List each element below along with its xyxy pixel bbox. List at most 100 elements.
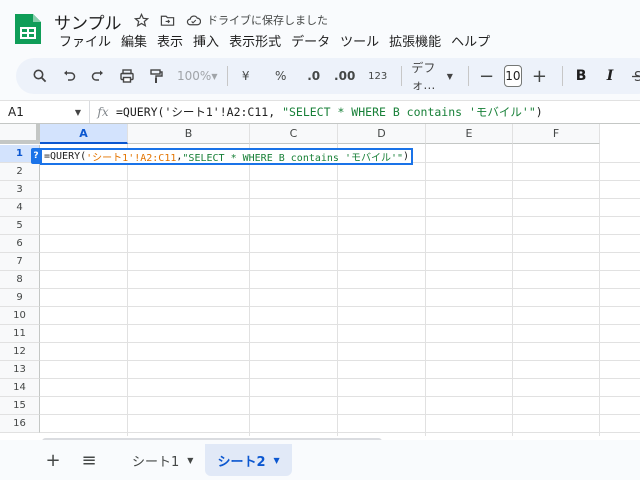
active-cell-editor[interactable]: =QUERY('シート1'!A2:C11, "SELECT * WHERE B … xyxy=(40,148,414,165)
save-status: ドライブに保存しました xyxy=(207,14,328,27)
zoom-value: 100% xyxy=(177,69,212,83)
formula-input[interactable]: =QUERY('シート1'!A2:C11, "SELECT * WHERE B … xyxy=(116,104,543,120)
currency-format-button[interactable]: ¥ xyxy=(234,62,258,90)
move-folder-icon[interactable] xyxy=(159,12,175,28)
formula-prefix: =QUERY('シート1'!A2:C11, xyxy=(116,105,283,119)
spreadsheet-app: サンプル ドライブに保存しました ファイル 編集 表示 挿入 表示形式 データ … xyxy=(0,0,640,480)
chevron-down-icon: ▼ xyxy=(74,107,81,117)
row-header-2[interactable]: 2 xyxy=(0,163,40,181)
cell-reference: A1 xyxy=(8,105,24,119)
font-value: デフォ… xyxy=(411,61,436,92)
chevron-down-icon[interactable]: ▼ xyxy=(187,456,193,465)
document-title[interactable]: サンプル xyxy=(54,9,122,34)
chevron-down-icon[interactable]: ▼ xyxy=(273,456,279,465)
row-header-13[interactable]: 13 xyxy=(0,361,40,379)
increase-decimal-button[interactable]: .00 xyxy=(333,62,357,90)
font-select[interactable]: デフォ… ▼ xyxy=(407,61,457,92)
row-header-6[interactable]: 6 xyxy=(0,235,40,253)
name-box[interactable]: A1 ▼ xyxy=(0,101,90,123)
formula-bar: A1 ▼ fx =QUERY('シート1'!A2:C11, "SELECT * … xyxy=(0,100,640,124)
column-header-c[interactable]: C xyxy=(250,124,338,144)
menu-extensions[interactable]: 拡張機能 xyxy=(384,34,446,52)
add-sheet-button[interactable]: + xyxy=(38,445,68,475)
star-icon[interactable] xyxy=(133,12,149,28)
select-all-corner[interactable] xyxy=(0,124,40,144)
bold-button[interactable]: B xyxy=(569,62,593,90)
title-icons: ドライブに保存しました xyxy=(133,12,328,28)
row-header-16[interactable]: 16 xyxy=(0,415,40,433)
number-format-button[interactable]: 123 xyxy=(366,62,390,90)
menu-insert[interactable]: 挿入 xyxy=(188,34,224,52)
function-fx-icon: fx xyxy=(97,105,109,119)
paint-format-icon[interactable] xyxy=(144,62,168,90)
toolbar-divider xyxy=(562,66,564,86)
grid-row-line xyxy=(40,252,640,253)
menu-help[interactable]: ヘルプ xyxy=(446,34,495,52)
menu-view[interactable]: 表示 xyxy=(152,34,188,52)
search-menus-icon[interactable] xyxy=(28,62,52,90)
row-header-5[interactable]: 5 xyxy=(0,217,40,235)
increase-font-size-icon[interactable]: + xyxy=(527,62,551,90)
row-header-10[interactable]: 10 xyxy=(0,307,40,325)
row-header-11[interactable]: 11 xyxy=(0,325,40,343)
grid-row-line xyxy=(40,216,640,217)
increase-decimal-label: .00 xyxy=(334,69,356,83)
grid-row-line xyxy=(40,234,640,235)
percent-format-button[interactable]: % xyxy=(269,62,293,90)
cell-formula-suffix: ) xyxy=(403,151,410,162)
row-header-8[interactable]: 8 xyxy=(0,271,40,289)
column-header-f[interactable]: F xyxy=(513,124,600,144)
font-size-input[interactable]: 10 xyxy=(503,65,523,87)
sheet-tab-label: シート2 xyxy=(217,454,266,470)
column-header-a[interactable]: A xyxy=(40,124,128,144)
grid-row-line xyxy=(40,198,640,199)
row-header-9[interactable]: 9 xyxy=(0,289,40,307)
toolbar-divider xyxy=(400,66,402,86)
row-header-15[interactable]: 15 xyxy=(0,397,40,415)
grid-row-line xyxy=(40,288,640,289)
print-icon[interactable] xyxy=(115,62,139,90)
menu-data[interactable]: データ xyxy=(286,34,335,52)
cell-formula-query: "SELECT * WHERE B contains 'モバイル'" xyxy=(182,153,404,164)
italic-button[interactable]: I xyxy=(598,62,622,90)
sheet-tab-1[interactable]: シート1 ▼ xyxy=(120,444,205,476)
cloud-saved-icon[interactable] xyxy=(185,12,201,28)
menu-format[interactable]: 表示形式 xyxy=(224,34,286,52)
decrease-font-size-icon[interactable]: − xyxy=(475,62,499,90)
toolbar: 100% ▼ ¥ % .0 .00 123 デフォ… ▼ − 10 + B I … xyxy=(16,58,640,94)
row-header-7[interactable]: 7 xyxy=(0,253,40,271)
menu-tools[interactable]: ツール xyxy=(335,34,384,52)
decrease-decimal-label: .0 xyxy=(307,69,321,83)
grid-row-line xyxy=(40,432,640,433)
grid-row-line xyxy=(40,306,640,307)
redo-icon[interactable] xyxy=(86,62,110,90)
header: サンプル ドライブに保存しました ファイル 編集 表示 挿入 表示形式 データ … xyxy=(0,0,640,58)
strikethrough-icon[interactable]: S xyxy=(627,62,640,90)
column-header-b[interactable]: B xyxy=(128,124,250,144)
all-sheets-button[interactable]: ≡ xyxy=(74,445,104,475)
spreadsheet-grid[interactable]: ABCDEF 1 2 3 4 5 6 7 8 9 10 11 12 13 14 15 16 ? =QUERY(… xyxy=(0,124,640,440)
sheet-bar: + ≡ シート1 ▼ シート2 ▼ xyxy=(0,440,640,480)
decrease-decimal-button[interactable]: .0 xyxy=(302,62,326,90)
column-header-e[interactable]: E xyxy=(426,124,513,144)
menu-bar: ファイル 編集 表示 挿入 表示形式 データ ツール 拡張機能 ヘルプ xyxy=(54,34,495,52)
menu-edit[interactable]: 編集 xyxy=(116,34,152,52)
chevron-down-icon: ▼ xyxy=(211,71,218,81)
grid-row-line xyxy=(40,378,640,379)
menu-file[interactable]: ファイル xyxy=(54,34,116,52)
row-header-12[interactable]: 12 xyxy=(0,343,40,361)
row-header-14[interactable]: 14 xyxy=(0,379,40,397)
sheet-tab-2[interactable]: シート2 ▼ xyxy=(205,444,292,476)
grid-row-line xyxy=(40,324,640,325)
undo-icon[interactable] xyxy=(57,62,81,90)
sheets-logo-icon[interactable] xyxy=(13,12,43,46)
column-header-d[interactable]: D xyxy=(338,124,426,144)
row-header-4[interactable]: 4 xyxy=(0,199,40,217)
formula-suffix: ) xyxy=(535,105,543,119)
zoom-select[interactable]: 100% ▼ xyxy=(173,62,218,90)
grid-row-line xyxy=(40,360,640,361)
cell-formula-range: 'シート1'!A2:C11 xyxy=(86,153,177,164)
formula-query-string: "SELECT * WHERE B contains 'モバイル'" xyxy=(282,105,536,119)
row-header-3[interactable]: 3 xyxy=(0,181,40,199)
grid-row-line xyxy=(40,270,640,271)
